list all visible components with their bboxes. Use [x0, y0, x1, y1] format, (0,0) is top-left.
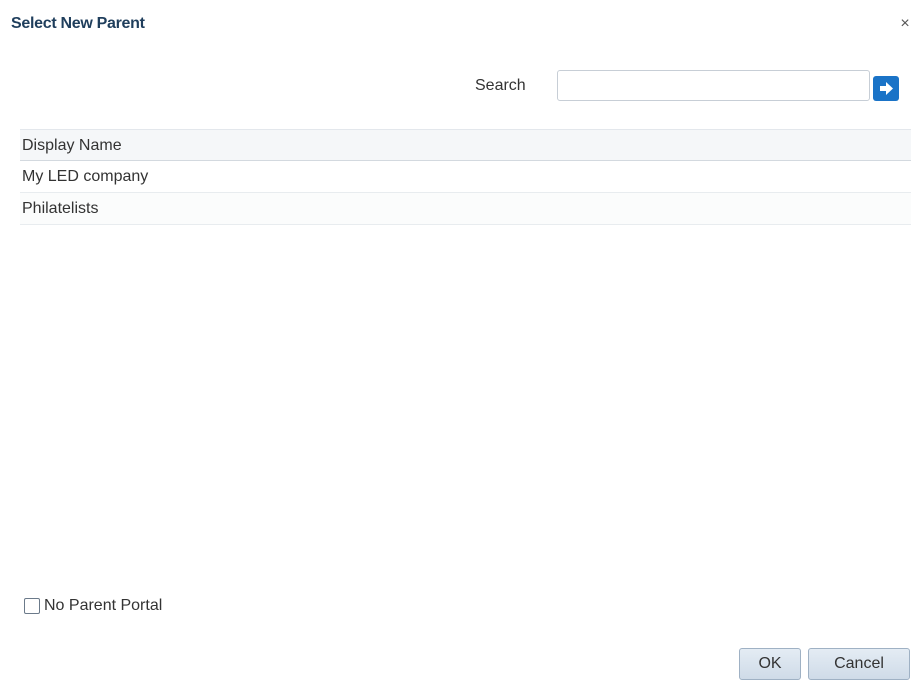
no-parent-portal-label: No Parent Portal [44, 597, 163, 614]
no-parent-portal-checkbox[interactable] [24, 598, 40, 614]
table-row[interactable]: My LED company [20, 161, 911, 193]
ok-button[interactable]: OK [739, 648, 801, 680]
arrow-right-icon [880, 82, 893, 95]
search-label: Search [475, 77, 526, 94]
cancel-button[interactable]: Cancel [808, 648, 910, 680]
search-go-button[interactable] [873, 76, 899, 101]
column-header-display-name[interactable]: Display Name [20, 129, 911, 161]
dialog-title: Select New Parent [11, 15, 145, 32]
table-row[interactable]: Philatelists [20, 193, 911, 225]
search-input[interactable] [557, 70, 870, 101]
select-parent-dialog: Select New Parent × Search Display Name … [0, 0, 914, 686]
display-name-table: Display Name My LED company Philatelists [20, 129, 911, 225]
close-icon[interactable]: × [898, 16, 912, 32]
no-parent-portal-option[interactable]: No Parent Portal [24, 597, 162, 615]
